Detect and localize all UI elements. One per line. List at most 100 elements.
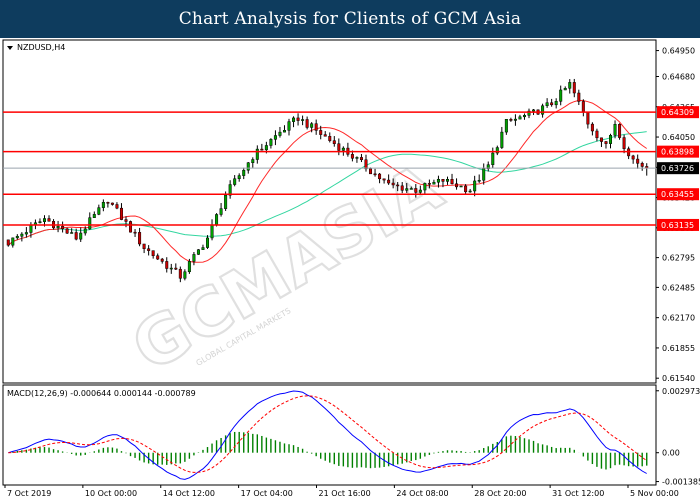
candle-body xyxy=(391,182,395,186)
macd-axis-label: 0.002973 xyxy=(662,387,700,396)
candle-body xyxy=(446,179,449,182)
candle-body xyxy=(269,139,273,146)
candle-body xyxy=(355,157,359,159)
candle-body xyxy=(350,154,354,159)
candle xyxy=(129,220,133,233)
macd-axis-label: -0.001385 xyxy=(662,478,700,487)
candle-body xyxy=(482,168,486,181)
candle-body xyxy=(500,131,504,148)
candle-body xyxy=(246,162,250,171)
candle-body xyxy=(15,235,19,239)
candle-body xyxy=(160,258,164,262)
candle-body xyxy=(332,140,336,144)
symbol-label: NZDUSD,H4 xyxy=(17,43,65,52)
candle-body xyxy=(29,224,33,233)
candle-body xyxy=(590,123,594,132)
candle-body xyxy=(581,101,585,113)
macd-pane xyxy=(2,384,657,486)
price-axis-label: 0.61855 xyxy=(662,344,695,353)
candle-body xyxy=(210,224,214,239)
candle-body xyxy=(513,118,517,121)
candle-body xyxy=(423,183,427,191)
candle-body xyxy=(110,202,114,205)
candle-body xyxy=(282,130,286,133)
candle-body xyxy=(473,180,477,192)
candle-body xyxy=(301,119,305,121)
candle-body xyxy=(215,214,219,225)
candle-body xyxy=(509,118,513,121)
header-bar: Chart Analysis for Clients of GCM Asia xyxy=(0,0,700,38)
candle-body xyxy=(224,194,228,209)
candle-body xyxy=(436,178,440,183)
candle-body xyxy=(273,135,277,140)
time-axis-label: 7 Oct 2019 xyxy=(7,489,51,498)
candle-body xyxy=(92,214,96,218)
candle-body xyxy=(387,179,391,184)
candle-body xyxy=(314,123,318,131)
candle-body xyxy=(550,102,554,106)
candle-body xyxy=(219,208,223,215)
candle-body xyxy=(545,102,549,107)
candle-body xyxy=(323,134,327,137)
candle-body xyxy=(613,124,617,136)
level-label: 0.63455 xyxy=(661,190,694,199)
candle-body xyxy=(418,189,422,193)
candle-body xyxy=(24,232,28,235)
candle-body xyxy=(151,250,155,257)
candle-body xyxy=(156,255,160,260)
level-label: 0.64309 xyxy=(661,108,694,117)
candle-body xyxy=(599,137,603,142)
time-axis-label: 17 Oct 04:00 xyxy=(241,489,293,498)
candle-body xyxy=(341,147,345,151)
candle xyxy=(187,258,191,274)
candle-body xyxy=(468,190,472,193)
page-title: Chart Analysis for Clients of GCM Asia xyxy=(178,9,522,29)
candle-body xyxy=(61,225,65,230)
candle-body xyxy=(70,232,74,234)
candle xyxy=(459,185,463,188)
price-axis-label: 0.61540 xyxy=(662,374,695,383)
candle-body xyxy=(74,232,78,240)
price-axis-label: 0.64680 xyxy=(662,73,695,82)
candle-body xyxy=(450,179,454,185)
candle-body xyxy=(518,116,522,120)
trading-chart[interactable]: 0.649500.646800.643650.640500.637350.634… xyxy=(0,38,700,500)
candle-body xyxy=(586,112,590,125)
candle-body xyxy=(42,218,46,222)
candle-body xyxy=(65,228,69,234)
candle-body xyxy=(310,123,314,128)
price-axis-label: 0.62485 xyxy=(662,283,695,292)
candle-body xyxy=(183,271,187,279)
candle-body xyxy=(568,82,572,89)
candle-body xyxy=(206,237,209,248)
candle-body xyxy=(364,159,368,170)
candle-body xyxy=(97,207,101,215)
candle-body xyxy=(414,188,418,193)
candle-body xyxy=(237,175,241,179)
candle-body xyxy=(192,254,196,262)
candle-body xyxy=(382,178,386,181)
candle-body xyxy=(11,237,15,246)
candle-body xyxy=(459,185,463,188)
candle-body xyxy=(174,267,178,270)
level-label: 0.63135 xyxy=(661,221,694,230)
candle-body xyxy=(233,178,237,185)
candle-body xyxy=(409,188,413,190)
candle-body xyxy=(106,202,110,204)
candle-body xyxy=(83,228,87,234)
candle-body xyxy=(196,249,200,255)
macd-axis-label: 0.00 xyxy=(662,449,680,458)
candle-body xyxy=(278,131,282,136)
candle-body xyxy=(147,248,151,251)
candle-body xyxy=(522,115,526,118)
candle-body xyxy=(255,148,259,160)
candle-body xyxy=(595,130,599,139)
candle-body xyxy=(88,217,92,230)
candle-body xyxy=(133,231,137,234)
time-axis-label: 31 Oct 12:00 xyxy=(552,489,604,498)
candle-body xyxy=(618,124,622,138)
time-axis-label: 14 Oct 12:00 xyxy=(163,489,215,498)
candle-body xyxy=(129,221,133,233)
candle-body xyxy=(554,101,558,106)
candle-body xyxy=(20,233,24,237)
